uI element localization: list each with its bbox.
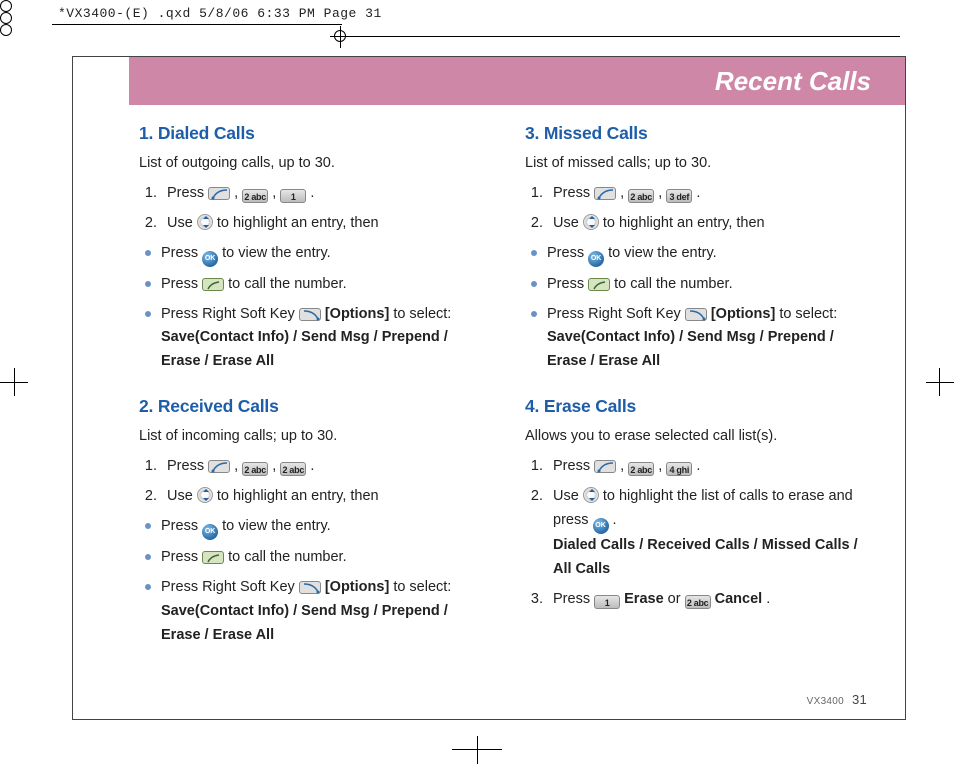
nav-ring-icon bbox=[583, 487, 599, 503]
heading-received: 2. Received Calls bbox=[139, 392, 485, 421]
key-2-icon: 2 abc bbox=[242, 189, 268, 203]
key-1-icon: 1 bbox=[280, 189, 306, 203]
received-step-2: Use to highlight an entry, then bbox=[161, 485, 485, 509]
page-title-bar: Recent Calls bbox=[129, 57, 905, 105]
ok-key-icon: OK bbox=[202, 251, 218, 267]
right-softkey-icon bbox=[299, 308, 321, 321]
missed-desc: List of missed calls; up to 30. bbox=[525, 152, 871, 176]
print-header-rule bbox=[52, 24, 342, 25]
right-softkey-icon bbox=[685, 308, 707, 321]
dialed-bullet-options: Press Right Soft Key [Options] to select… bbox=[161, 303, 485, 375]
nav-ring-icon bbox=[583, 214, 599, 230]
missed-step-2: Use to highlight an entry, then bbox=[547, 212, 871, 236]
cropmark bbox=[926, 382, 954, 383]
dialed-bullet-call: Press to call the number. bbox=[161, 273, 485, 297]
dialed-desc: List of outgoing calls, up to 30. bbox=[139, 152, 485, 176]
erase-desc: Allows you to erase selected call list(s… bbox=[525, 425, 871, 449]
heading-dialed: 1. Dialed Calls bbox=[139, 119, 485, 148]
dialed-options-list: Save(Contact Info) / Send Msg / Prepend … bbox=[161, 329, 448, 369]
received-options-list: Save(Contact Info) / Send Msg / Prepend … bbox=[161, 603, 448, 643]
nav-ring-icon bbox=[197, 487, 213, 503]
key-2-icon: 2 abc bbox=[628, 189, 654, 203]
key-2-icon: 2 abc bbox=[628, 462, 654, 476]
ok-key-icon: OK bbox=[202, 524, 218, 540]
missed-bullet-call: Press to call the number. bbox=[547, 273, 871, 297]
cropmark-circle bbox=[0, 12, 12, 24]
dialed-bullets: Press OK to view the entry. Press to cal… bbox=[139, 242, 485, 375]
right-column: 3. Missed Calls List of missed calls; up… bbox=[525, 119, 871, 679]
send-key-icon bbox=[202, 278, 224, 291]
erase-step-2: Use to highlight the list of calls to er… bbox=[547, 485, 871, 582]
erase-steps: Press , 2 abc , 4 ghi . Use to highlight… bbox=[525, 455, 871, 612]
left-softkey-icon bbox=[594, 460, 616, 473]
left-softkey-icon bbox=[594, 187, 616, 200]
missed-options-list: Save(Contact Info) / Send Msg / Prepend … bbox=[547, 329, 834, 369]
key-2-icon: 2 abc bbox=[242, 462, 268, 476]
received-bullet-call: Press to call the number. bbox=[161, 546, 485, 570]
ok-key-icon: OK bbox=[593, 518, 609, 534]
right-softkey-icon bbox=[299, 581, 321, 594]
missed-bullet-view: Press OK to view the entry. bbox=[547, 242, 871, 267]
print-file-header: *VX3400-(E) .qxd 5/8/06 6:33 PM Page 31 bbox=[58, 6, 382, 21]
key-2-icon: 2 abc bbox=[280, 462, 306, 476]
nav-ring-icon bbox=[197, 214, 213, 230]
missed-bullet-options: Press Right Soft Key [Options] to select… bbox=[547, 303, 871, 375]
heading-missed: 3. Missed Calls bbox=[525, 119, 871, 148]
top-trim-line bbox=[352, 36, 900, 37]
left-column: 1. Dialed Calls List of outgoing calls, … bbox=[139, 119, 485, 679]
left-softkey-icon bbox=[208, 460, 230, 473]
dialed-step-2: Use to highlight an entry, then bbox=[161, 212, 485, 236]
manual-page: Recent Calls 1. Dialed Calls List of out… bbox=[72, 56, 906, 720]
page-footer: VX3400 31 bbox=[807, 692, 867, 707]
erase-step-3: Press 1 Erase or 2 abc Cancel . bbox=[547, 588, 871, 612]
footer-page-number: 31 bbox=[852, 692, 867, 707]
cropmark-circle bbox=[0, 24, 12, 36]
received-step-1: Press , 2 abc , 2 abc . bbox=[161, 455, 485, 479]
send-key-icon bbox=[202, 551, 224, 564]
received-bullet-view: Press OK to view the entry. bbox=[161, 515, 485, 540]
page-title: Recent Calls bbox=[715, 66, 871, 97]
footer-model: VX3400 bbox=[807, 696, 844, 707]
received-desc: List of incoming calls; up to 30. bbox=[139, 425, 485, 449]
ok-key-icon: OK bbox=[588, 251, 604, 267]
dialed-bullet-view: Press OK to view the entry. bbox=[161, 242, 485, 267]
erase-call-lists: Dialed Calls / Received Calls / Missed C… bbox=[553, 537, 858, 577]
cropmark bbox=[14, 368, 15, 396]
dialed-step-1: Press , 2 abc , 1 . bbox=[161, 182, 485, 206]
missed-steps: Press , 2 abc , 3 def . Use to highlight… bbox=[525, 182, 871, 236]
cropmark bbox=[939, 368, 940, 396]
received-bullets: Press OK to view the entry. Press to cal… bbox=[139, 515, 485, 648]
heading-erase: 4. Erase Calls bbox=[525, 392, 871, 421]
missed-step-1: Press , 2 abc , 3 def . bbox=[547, 182, 871, 206]
key-1-icon: 1 bbox=[594, 595, 620, 609]
key-3-icon: 3 def bbox=[666, 189, 692, 203]
dialed-steps: Press , 2 abc , 1 . Use to highlight an … bbox=[139, 182, 485, 236]
erase-step-1: Press , 2 abc , 4 ghi . bbox=[547, 455, 871, 479]
left-softkey-icon bbox=[208, 187, 230, 200]
key-2-icon: 2 abc bbox=[685, 595, 711, 609]
registration-circle bbox=[334, 30, 346, 42]
missed-bullets: Press OK to view the entry. Press to cal… bbox=[525, 242, 871, 375]
key-4-icon: 4 ghi bbox=[666, 462, 692, 476]
page-content: 1. Dialed Calls List of outgoing calls, … bbox=[139, 119, 871, 679]
send-key-icon bbox=[588, 278, 610, 291]
received-steps: Press , 2 abc , 2 abc . Use to highlight… bbox=[139, 455, 485, 509]
cropmark bbox=[477, 736, 478, 764]
received-bullet-options: Press Right Soft Key [Options] to select… bbox=[161, 576, 485, 648]
cropmark-circle bbox=[0, 0, 12, 12]
